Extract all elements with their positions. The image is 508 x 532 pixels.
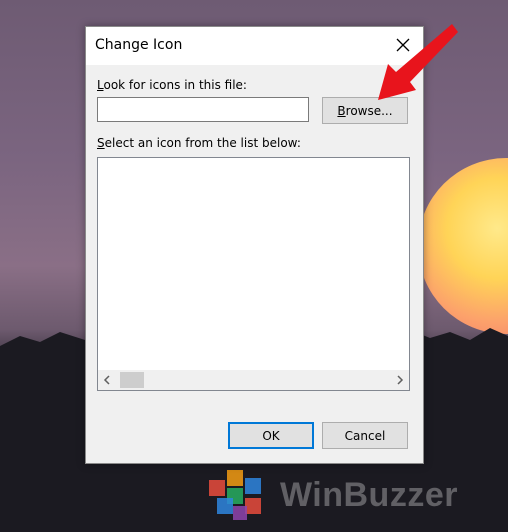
- chevron-right-icon: [397, 375, 404, 385]
- scroll-left-button[interactable]: [98, 370, 116, 390]
- cancel-button[interactable]: Cancel: [322, 422, 408, 449]
- watermark-text: WinBuzzer: [280, 476, 458, 514]
- red-arrow-annotation: [378, 24, 458, 100]
- look-label-text: ook for icons in this file:: [103, 78, 247, 92]
- browse-mnemonic: B: [337, 103, 346, 118]
- icon-file-input[interactable]: [97, 97, 309, 122]
- scroll-right-button[interactable]: [391, 370, 409, 390]
- look-for-icons-label: Look for icons in this file:: [97, 78, 247, 92]
- icon-list[interactable]: [97, 157, 410, 391]
- select-label-text: elect an icon from the list below:: [104, 136, 301, 150]
- sunset-sun: [418, 158, 508, 334]
- select-icon-label: Select an icon from the list below:: [97, 136, 301, 150]
- horizontal-scrollbar[interactable]: [98, 370, 409, 390]
- ok-button[interactable]: OK: [228, 422, 314, 449]
- chevron-left-icon: [103, 375, 110, 385]
- scroll-thumb[interactable]: [120, 372, 144, 388]
- dialog-title: Change Icon: [95, 37, 183, 53]
- select-label-mnemonic: S: [97, 136, 105, 150]
